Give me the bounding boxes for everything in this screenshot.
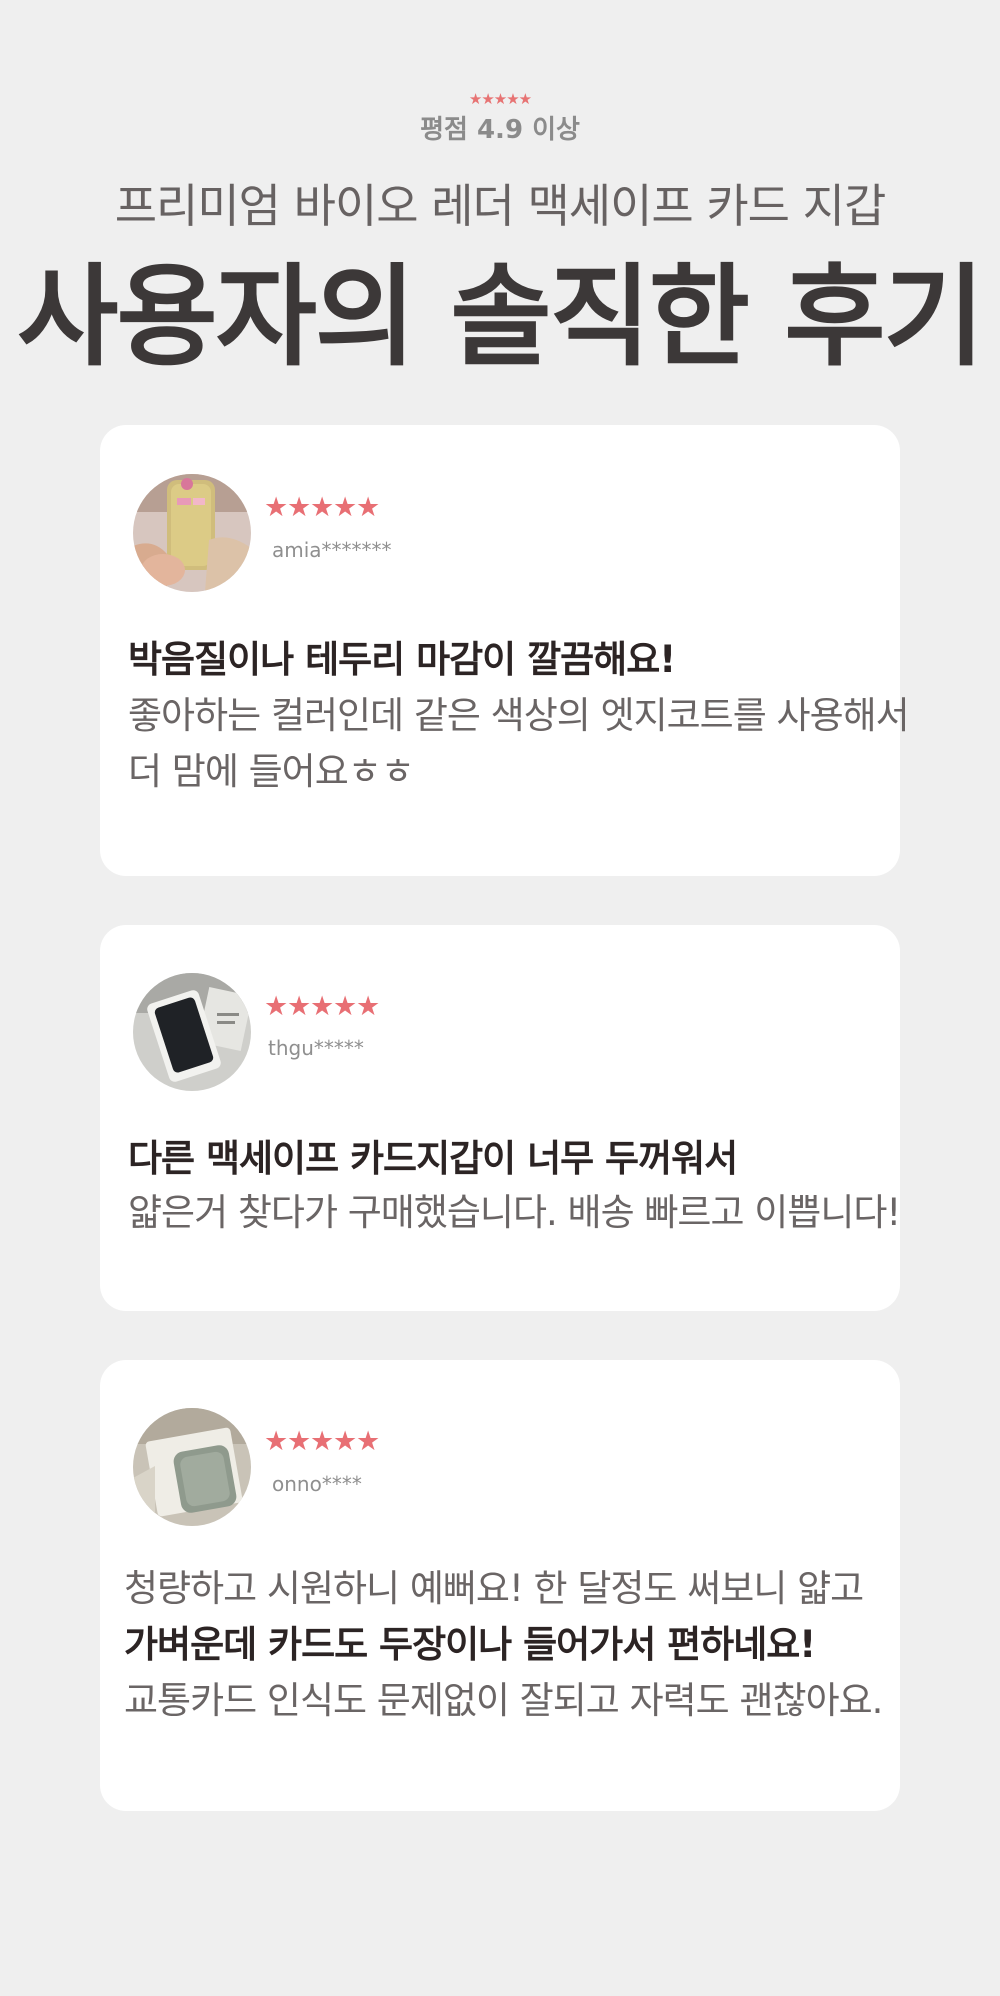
reviewer-avatar [133, 1408, 251, 1526]
review-title: 다른 맥세이프 카드지갑이 너무 두꺼워서 [128, 1137, 738, 1180]
star-icon: ★ [287, 492, 312, 523]
star-icon: ★ [356, 991, 381, 1022]
review-card-1: ★★★★★ amia******* 박음질이나 테두리 마감이 깔끔해요! 좋아… [100, 425, 910, 876]
rating-label: 평점 4.9 이상 [420, 115, 580, 145]
review-card-2: ★★★★★ thgu***** 다른 맥세이프 카드지갑이 너무 두꺼워서 얇은… [100, 925, 901, 1311]
star-icon: ★ [333, 991, 358, 1022]
star-icon: ★ [356, 1426, 381, 1457]
review-stars: ★★★★★ [264, 991, 381, 1022]
star-icon: ★ [264, 492, 289, 523]
star-icon: ★ [310, 1426, 335, 1457]
reviewer-username: thgu***** [268, 1036, 364, 1060]
avatar-photo-icon [133, 1408, 251, 1526]
review-card-3: ★★★★★ onno**** 청량하고 시원하니 예뻐요! 한 달정도 써보니 … [100, 1360, 900, 1811]
star-icon: ★ [310, 991, 335, 1022]
reviewer-username: onno**** [272, 1472, 362, 1496]
review-title: 박음질이나 테두리 마감이 깔끔해요! [128, 638, 676, 681]
review-stars: ★★★★★ [264, 1426, 381, 1457]
star-icon: ★ [310, 492, 335, 523]
reviewer-avatar [133, 973, 251, 1091]
avatar-photo-icon [133, 474, 251, 592]
review-body-line: 청량하고 시원하니 예뻐요! 한 달정도 써보니 얇고 [124, 1567, 864, 1610]
reviewer-username: amia******* [272, 538, 392, 562]
review-body-line: 얇은거 찾다가 구매했습니다. 배송 빠르고 이쁩니다! [128, 1191, 901, 1234]
review-body-line: 더 맘에 들어요ㅎㅎ [128, 750, 415, 793]
rating-stars: ★★★★★ [468, 90, 532, 108]
page-title: 사용자의 솔직한 후기 [17, 253, 984, 381]
review-highlight-line: 가벼운데 카드도 두장이나 들어가서 편하네요! [124, 1623, 816, 1666]
star-icon: ★ [264, 991, 289, 1022]
star-icon: ★ [287, 1426, 312, 1457]
product-name: 프리미엄 바이오 레더 맥세이프 카드 지갑 [114, 179, 887, 233]
star-icon: ★ [264, 1426, 289, 1457]
star-icon: ★ [356, 492, 381, 523]
review-body-line: 좋아하는 컬러인데 같은 색상의 엣지코트를 사용해서 [128, 694, 910, 737]
avatar-photo-icon [133, 973, 251, 1091]
review-body-line: 교통카드 인식도 문제없이 잘되고 자력도 괜찮아요. [124, 1679, 883, 1722]
review-stars: ★★★★★ [264, 492, 381, 523]
star-icon: ★ [333, 492, 358, 523]
star-icon: ★ [333, 1426, 358, 1457]
star-icon: ★ [287, 991, 312, 1022]
reviewer-avatar [133, 474, 251, 592]
